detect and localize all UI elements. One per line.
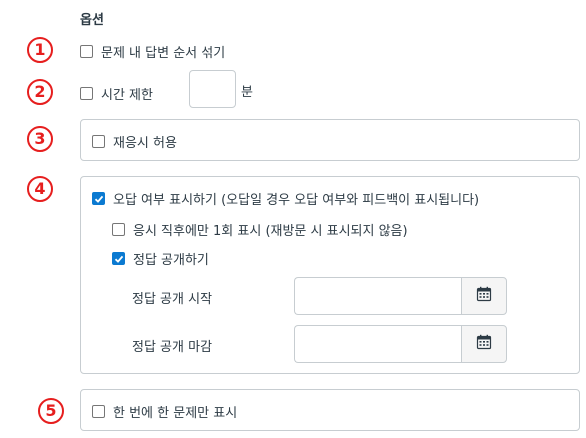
- time-limit-input[interactable]: [189, 70, 236, 108]
- time-limit-option[interactable]: 시간 제한: [80, 84, 153, 103]
- show-answers-option[interactable]: 정답 공개하기: [112, 249, 209, 268]
- show-once-label: 응시 직후에만 1회 표시 (재방문 시 표시되지 않음): [133, 224, 408, 239]
- show-correctness-option[interactable]: 오답 여부 표시하기 (오답일 경우 오답 여부와 피드백이 표시됩니다): [92, 189, 479, 208]
- shuffle-answers-checkbox[interactable]: [80, 45, 93, 58]
- section-title: 옵션: [80, 13, 104, 28]
- show-answers-checkbox[interactable]: [112, 252, 125, 265]
- time-limit-checkbox[interactable]: [80, 87, 93, 100]
- one-question-checkbox[interactable]: [92, 405, 105, 418]
- reveal-end-date-button[interactable]: [461, 325, 507, 363]
- reveal-start-label: 정답 공개 시작: [132, 292, 213, 307]
- one-question-option[interactable]: 한 번에 한 문제만 표시: [92, 402, 237, 421]
- show-correctness-checkbox[interactable]: [92, 192, 105, 205]
- show-answers-label: 정답 공개하기: [133, 253, 209, 268]
- reveal-end-label: 정답 공개 마감: [132, 340, 213, 355]
- shuffle-answers-label: 문제 내 답변 순서 섞기: [101, 46, 226, 61]
- calendar-icon: [476, 286, 492, 306]
- time-limit-unit: 분: [241, 85, 253, 100]
- reveal-end-field: [294, 325, 507, 363]
- allow-retake-option[interactable]: 재응시 허용: [92, 132, 177, 151]
- marker-2: 2: [27, 79, 53, 105]
- time-limit-label: 시간 제한: [101, 88, 153, 103]
- marker-4: 4: [27, 176, 53, 202]
- reveal-start-input[interactable]: [294, 277, 461, 315]
- show-once-option[interactable]: 응시 직후에만 1회 표시 (재방문 시 표시되지 않음): [112, 220, 408, 239]
- show-correctness-label: 오답 여부 표시하기 (오답일 경우 오답 여부와 피드백이 표시됩니다): [113, 193, 480, 208]
- calendar-icon: [476, 334, 492, 354]
- marker-5: 5: [38, 398, 64, 424]
- show-once-checkbox[interactable]: [112, 223, 125, 236]
- one-question-label: 한 번에 한 문제만 표시: [113, 406, 238, 421]
- allow-retake-label: 재응시 허용: [113, 136, 177, 151]
- shuffle-answers-option[interactable]: 문제 내 답변 순서 섞기: [80, 42, 225, 61]
- marker-1: 1: [27, 37, 53, 63]
- reveal-start-field: [294, 277, 507, 315]
- allow-retake-checkbox[interactable]: [92, 135, 105, 148]
- marker-3: 3: [27, 126, 53, 152]
- reveal-end-input[interactable]: [294, 325, 461, 363]
- reveal-start-date-button[interactable]: [461, 277, 507, 315]
